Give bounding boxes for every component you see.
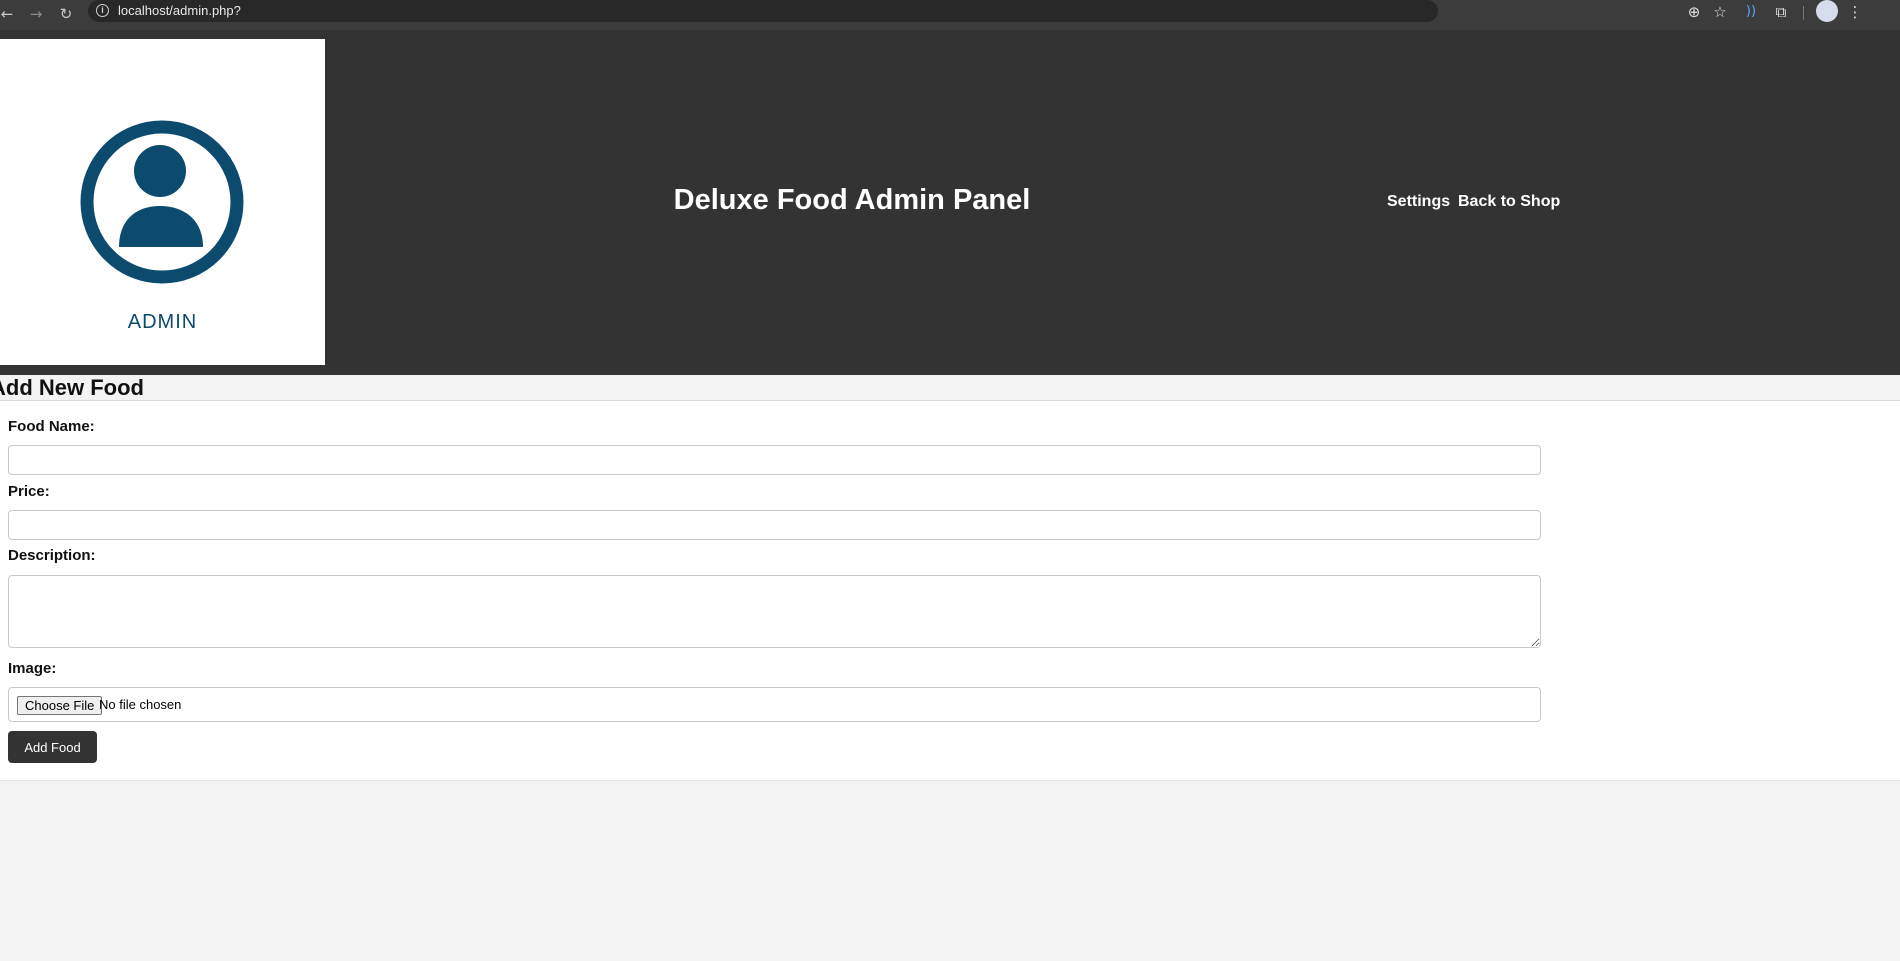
toolbar-divider bbox=[1803, 6, 1804, 20]
food-name-label: Food Name: bbox=[8, 418, 95, 435]
extensions-puzzle-icon[interactable]: ⧉ bbox=[1771, 2, 1791, 22]
add-food-button[interactable]: Add Food bbox=[8, 731, 97, 763]
admin-header: ADMIN Deluxe Food Admin Panel Settings B… bbox=[0, 30, 1900, 375]
address-bar[interactable]: i localhost/admin.php? bbox=[88, 0, 1438, 22]
address-bar-url[interactable]: localhost/admin.php? bbox=[118, 3, 241, 18]
nav-back-to-shop-link[interactable]: Back to Shop bbox=[1458, 193, 1560, 211]
description-label: Description: bbox=[8, 547, 96, 564]
back-arrow-icon[interactable]: ← bbox=[0, 4, 17, 24]
price-label: Price: bbox=[8, 483, 50, 500]
nav-settings-link[interactable]: Settings bbox=[1387, 193, 1450, 211]
description-textarea[interactable] bbox=[8, 575, 1541, 648]
page-title: Deluxe Food Admin Panel bbox=[673, 184, 1031, 216]
reload-icon[interactable]: ↻ bbox=[56, 4, 76, 24]
image-label: Image: bbox=[8, 660, 57, 677]
profile-avatar-icon[interactable] bbox=[1816, 0, 1838, 22]
food-name-input[interactable] bbox=[8, 445, 1541, 475]
browser-toolbar: ← → ↻ i localhost/admin.php? ⊕ ☆ )) ⧉ ⋮ bbox=[0, 0, 1900, 30]
menu-kebab-icon[interactable]: ⋮ bbox=[1845, 2, 1865, 22]
bookmark-star-icon[interactable]: ☆ bbox=[1710, 2, 1730, 22]
forward-arrow-icon[interactable]: → bbox=[26, 4, 46, 24]
page-bottom-area bbox=[0, 780, 1900, 961]
zoom-icon[interactable]: ⊕ bbox=[1684, 2, 1704, 22]
section-header: Add New Food bbox=[0, 375, 1900, 401]
logo-text: ADMIN bbox=[127, 311, 198, 333]
admin-logo: ADMIN bbox=[0, 39, 325, 365]
file-status-text: No file chosen bbox=[99, 697, 182, 712]
site-info-icon[interactable]: i bbox=[96, 4, 109, 17]
user-avatar-icon bbox=[80, 120, 244, 284]
section-title: Add New Food bbox=[0, 375, 144, 400]
price-input[interactable] bbox=[8, 510, 1541, 540]
extension-active-icon[interactable]: )) bbox=[1741, 2, 1761, 22]
choose-file-button[interactable]: Choose File bbox=[17, 696, 103, 715]
image-file-input[interactable]: Choose File No file chosen bbox=[8, 687, 1541, 722]
